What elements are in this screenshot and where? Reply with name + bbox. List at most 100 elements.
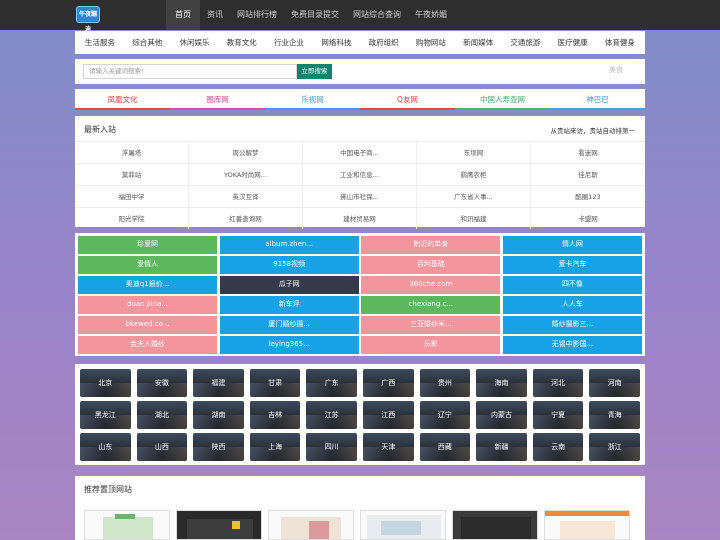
colored-site-link[interactable]: 厦门婚纱摄... — [219, 316, 359, 334]
colored-site-link[interactable]: bkewed.co... — [78, 316, 218, 334]
province-tile[interactable]: 青海 — [589, 401, 640, 429]
newest-site-link[interactable]: 鹞鹰农柜 — [417, 163, 531, 185]
category-link[interactable]: 政府组织 — [369, 31, 399, 54]
colored-site-link[interactable]: 四不像 — [502, 276, 642, 294]
category-link[interactable]: 生活服务 — [85, 31, 115, 54]
colored-site-link[interactable]: 珍爱网 — [78, 236, 218, 254]
recommend-thumb[interactable] — [360, 510, 446, 540]
colored-site-link[interactable]: chexiang.c... — [361, 296, 501, 314]
newest-site-link[interactable]: 建材贸易网 — [303, 207, 417, 229]
province-tile[interactable]: 湖北 — [136, 401, 188, 429]
province-tile[interactable]: 云南 — [532, 433, 584, 461]
colored-site-link[interactable]: 奥迪q1报价... — [78, 276, 218, 294]
colored-site-link[interactable]: 无锡中影国... — [502, 336, 642, 354]
recommend-thumb[interactable] — [268, 510, 354, 540]
nav-home[interactable]: 首页 — [166, 0, 200, 30]
newest-site-link[interactable]: 福田中学 — [75, 185, 189, 207]
category-link[interactable]: 新闻媒体 — [463, 31, 493, 54]
newest-site-link[interactable]: 东坝网 — [417, 141, 531, 163]
colored-site-link[interactable]: 爱情人 — [78, 256, 218, 274]
category-link[interactable]: 体育健身 — [605, 31, 635, 54]
newest-site-link[interactable]: YOKA时尚网... — [189, 163, 303, 185]
colored-site-link[interactable]: 爱卡汽车 — [502, 256, 642, 274]
province-tile[interactable]: 内蒙古 — [476, 401, 527, 429]
newest-site-link[interactable]: 红番查询网 — [189, 207, 303, 229]
province-tile[interactable]: 北京 — [80, 369, 131, 397]
search-hot-keyword[interactable]: 美食 — [609, 65, 623, 75]
featured-link[interactable]: 乐视网 — [265, 89, 360, 110]
province-tile[interactable]: 江西 — [362, 401, 414, 429]
newest-site-link[interactable]: 看迷网 — [531, 141, 645, 163]
province-tile[interactable]: 安徽 — [136, 369, 188, 397]
province-tile[interactable]: 山西 — [136, 433, 188, 461]
province-tile[interactable]: 黑龙江 — [80, 401, 131, 429]
newest-site-link[interactable]: 广东省人事... — [417, 185, 531, 207]
newest-site-link[interactable]: 佳尼斯 — [531, 163, 645, 185]
newest-site-link[interactable]: 莫菲站 — [75, 163, 189, 185]
colored-site-link[interactable]: 附近的单身 — [361, 236, 501, 254]
province-tile[interactable]: 宁夏 — [532, 401, 584, 429]
nav-rankings[interactable]: 网站排行榜 — [230, 0, 284, 30]
nav-site-query[interactable]: 网站综合查询 — [346, 0, 408, 30]
site-logo[interactable]: 午夜蹦迪 — [76, 6, 100, 33]
newest-site-link[interactable]: 酷圈123 — [531, 185, 645, 207]
nav-extra[interactable]: 午夜娇媚 — [408, 0, 454, 30]
colored-site-link[interactable]: 金夫人婚纱 — [78, 336, 218, 354]
province-tile[interactable]: 贵州 — [419, 369, 471, 397]
colored-site-link[interactable]: duan.jiina... — [78, 296, 218, 314]
province-tile[interactable]: 甘肃 — [249, 369, 301, 397]
recommend-thumb[interactable] — [84, 510, 170, 540]
province-tile[interactable]: 浙江 — [589, 433, 640, 461]
colored-site-link[interactable]: 360che.com — [361, 276, 501, 294]
province-tile[interactable]: 湖南 — [193, 401, 244, 429]
province-tile[interactable]: 江苏 — [306, 401, 357, 429]
colored-site-link[interactable]: 瓜子网 — [219, 276, 359, 294]
newest-site-link[interactable]: 中国电子商... — [303, 141, 417, 163]
colored-site-link[interactable]: 婚纱摄影三... — [502, 316, 642, 334]
newest-site-link[interactable]: 英汉互译 — [189, 185, 303, 207]
province-tile[interactable]: 河北 — [532, 369, 584, 397]
newest-site-link[interactable]: 佛山市社保... — [303, 185, 417, 207]
colored-site-link[interactable]: 人人车 — [502, 296, 642, 314]
featured-link[interactable]: 图库网 — [170, 89, 265, 110]
recommend-thumb[interactable] — [176, 510, 262, 540]
featured-link[interactable]: Q友网 — [360, 89, 455, 110]
category-link[interactable]: 休闲娱乐 — [180, 31, 210, 54]
province-tile[interactable]: 辽宁 — [419, 401, 471, 429]
newest-site-link[interactable]: 周公解梦 — [189, 141, 303, 163]
category-link[interactable]: 购物网站 — [416, 31, 446, 54]
newest-site-link[interactable]: 和讯福建 — [417, 207, 531, 229]
category-link[interactable]: 网络科技 — [321, 31, 351, 54]
province-tile[interactable]: 吉林 — [249, 401, 301, 429]
nav-news[interactable]: 资讯 — [200, 0, 230, 30]
newest-site-link[interactable]: 卡盟网 — [531, 207, 645, 229]
colored-site-link[interactable]: 百利基础 — [361, 256, 501, 274]
province-tile[interactable]: 海南 — [476, 369, 527, 397]
colored-site-link[interactable]: 情人网 — [502, 236, 642, 254]
category-link[interactable]: 综合其他 — [132, 31, 162, 54]
search-input[interactable]: 请输入关键词搜索! — [83, 64, 297, 79]
province-tile[interactable]: 四川 — [306, 433, 357, 461]
province-tile[interactable]: 新疆 — [476, 433, 527, 461]
province-tile[interactable]: 山东 — [80, 433, 131, 461]
province-tile[interactable]: 广西 — [362, 369, 414, 397]
featured-link[interactable]: 神巴巴 — [550, 89, 645, 110]
province-tile[interactable]: 西藏 — [419, 433, 471, 461]
province-tile[interactable]: 陕西 — [193, 433, 244, 461]
category-link[interactable]: 教育文化 — [227, 31, 257, 54]
province-tile[interactable]: 福建 — [193, 369, 244, 397]
province-tile[interactable]: 天津 — [362, 433, 414, 461]
colored-site-link[interactable]: 三亚婚纱米... — [361, 316, 501, 334]
featured-link[interactable]: 中国人寿查网 — [455, 89, 550, 110]
featured-link[interactable]: 凤凰文化 — [75, 89, 170, 110]
category-link[interactable]: 医疗健康 — [558, 31, 588, 54]
category-link[interactable]: 行业企业 — [274, 31, 304, 54]
colored-site-link[interactable]: leying365... — [219, 336, 359, 354]
recommend-thumb[interactable] — [452, 510, 538, 540]
province-tile[interactable]: 上海 — [249, 433, 301, 461]
recommend-thumb[interactable] — [544, 510, 630, 540]
colored-site-link[interactable]: album.zhen... — [219, 236, 359, 254]
newest-site-link[interactable]: 工业和信息... — [303, 163, 417, 185]
province-tile[interactable]: 河南 — [589, 369, 640, 397]
colored-site-link[interactable]: 新车评 — [219, 296, 359, 314]
